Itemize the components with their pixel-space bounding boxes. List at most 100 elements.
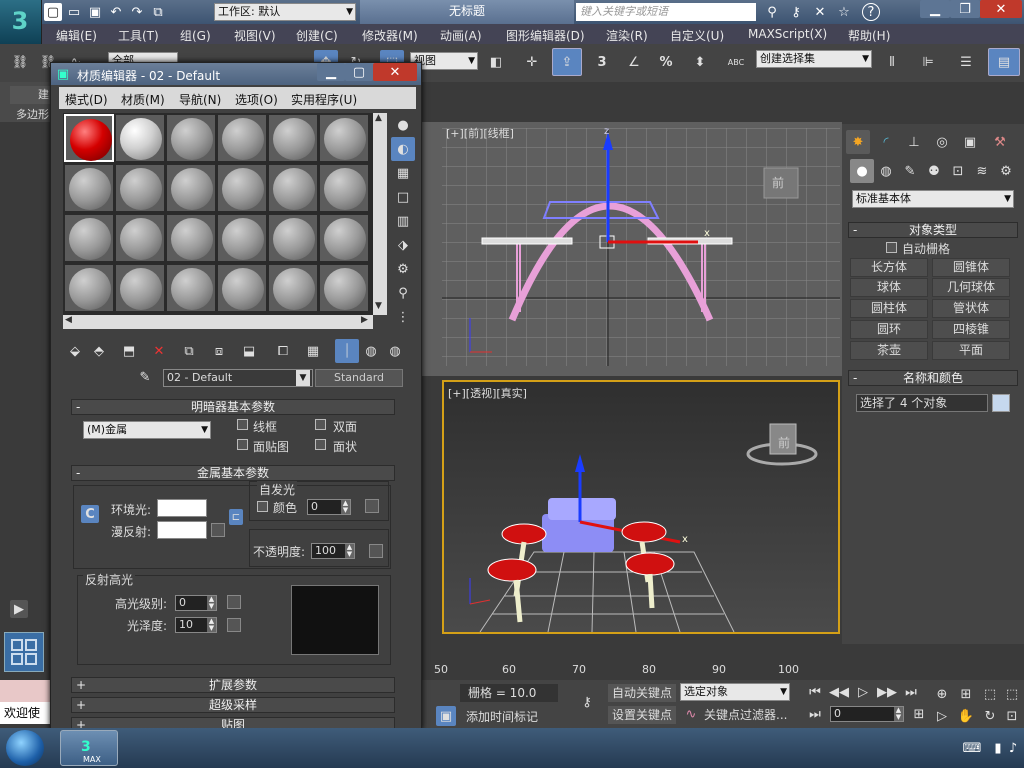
spinner-arrows-icon[interactable]: ▲ ▼ — [894, 707, 903, 721]
previous-frame-icon[interactable]: ◀◀ — [828, 682, 850, 702]
viewport-layout-icon[interactable] — [4, 632, 44, 672]
exchange-icon[interactable]: ✕ — [808, 0, 832, 24]
close-icon[interactable]: ✕ — [980, 0, 1022, 18]
make-unique-icon[interactable]: ⧉ — [177, 339, 201, 363]
sample-slot[interactable] — [319, 264, 369, 312]
edit-named-selection-icon[interactable]: ABC — [724, 50, 748, 74]
ambient-color-swatch[interactable] — [157, 499, 207, 517]
opacity-spinner[interactable]: 100 ▲ ▼ — [311, 543, 355, 559]
options-icon[interactable]: ⚙ — [391, 257, 415, 281]
sample-uv-tiling-icon[interactable]: □ — [391, 185, 415, 209]
new-file-icon[interactable]: ▢ — [44, 3, 62, 21]
geosphere-button[interactable]: 几何球体 — [932, 278, 1010, 297]
ribbon-tab[interactable]: 建 — [10, 86, 50, 104]
sample-slot[interactable] — [64, 264, 114, 312]
material-name-combo[interactable]: 02 - Default ▼ — [163, 369, 313, 387]
self-illum-spinner[interactable]: 0 ▲ ▼ — [307, 499, 351, 515]
key-icon[interactable]: ⚷ — [784, 0, 808, 24]
time-config-icon[interactable]: ⊞ — [908, 704, 930, 724]
align-icon[interactable]: ⊫ — [916, 50, 940, 74]
zoom-all-icon[interactable]: ⊞ — [954, 682, 978, 706]
restore-icon[interactable]: ❐ — [950, 0, 980, 18]
sample-slot[interactable] — [166, 264, 216, 312]
lights-icon[interactable]: ✎ — [898, 159, 922, 183]
reset-map-icon[interactable]: ✕ — [147, 339, 171, 363]
menu-create[interactable]: 创建(C) — [296, 27, 338, 44]
sample-slot[interactable] — [166, 164, 216, 212]
menu-animation[interactable]: 动画(A) — [440, 27, 482, 44]
sample-slot[interactable] — [166, 214, 216, 262]
menu-group[interactable]: 组(G) — [180, 27, 211, 44]
backlight-icon[interactable]: ◐ — [391, 137, 415, 161]
sample-slot[interactable] — [319, 214, 369, 262]
background-icon[interactable]: ▦ — [391, 161, 415, 185]
orbit-icon[interactable]: ↻ — [978, 704, 1002, 728]
self-illum-color-checkbox[interactable] — [257, 501, 268, 512]
timeline-ruler[interactable]: 50 60 70 80 90 100 — [422, 660, 842, 678]
go-to-parent-icon[interactable]: ⏐ — [335, 339, 359, 363]
sample-slot[interactable] — [268, 164, 318, 212]
shader-type-combo[interactable]: (M)金属 ▼ — [83, 421, 211, 439]
close-icon[interactable]: ✕ — [373, 63, 417, 81]
menu-rendering[interactable]: 渲染(R) — [606, 27, 648, 44]
pyramid-button[interactable]: 四棱锥 — [932, 320, 1010, 339]
box-button[interactable]: 长方体 — [850, 258, 928, 277]
sample-slot[interactable] — [166, 114, 216, 162]
open-file-icon[interactable]: ▭ — [65, 3, 83, 21]
menu-maxscript[interactable]: MAXScript(X) — [748, 27, 827, 41]
redo-icon[interactable]: ↷ — [128, 3, 146, 21]
perspective-viewport-label[interactable]: [+][透视][真实] — [448, 385, 527, 401]
utilities-tab-icon[interactable]: ⚒ — [988, 130, 1012, 154]
keyboard-tray-icon[interactable]: ⌨ — [960, 736, 984, 760]
cylinder-button[interactable]: 圆柱体 — [850, 299, 928, 318]
menu-options[interactable]: 选项(O) — [235, 91, 278, 108]
zoom-extents-icon[interactable]: ⬚ — [978, 682, 1002, 706]
binoculars-icon[interactable]: ⚲ — [760, 0, 784, 24]
object-color-swatch[interactable] — [992, 394, 1010, 412]
sample-slot[interactable] — [217, 164, 267, 212]
create-tab-icon[interactable]: ✸ — [846, 130, 870, 154]
menu-modifiers[interactable]: 修改器(M) — [362, 27, 418, 44]
two-sided-checkbox[interactable] — [315, 419, 326, 430]
help-icon[interactable]: ? — [862, 3, 880, 21]
helpers-icon[interactable]: ⊡ — [946, 159, 970, 183]
slots-vertical-scrollbar[interactable]: ▲ ▼ — [373, 113, 387, 315]
display-tab-icon[interactable]: ▣ — [958, 130, 982, 154]
app-menu-button[interactable]: 3 — [0, 0, 42, 44]
set-key-mode-icon[interactable]: ⚷ — [572, 690, 602, 714]
lock-diffuse-specular-icon[interactable]: ⊏ — [229, 509, 243, 525]
search-input[interactable]: 键入关键字或短语 — [576, 3, 756, 21]
menu-customize[interactable]: 自定义(U) — [670, 27, 724, 44]
current-frame-field[interactable]: 0 ▲ ▼ — [830, 706, 904, 722]
assign-to-selection-icon[interactable]: ⬒ — [117, 339, 141, 363]
front-viewport[interactable]: [+][前][线框] 前 z x — [422, 122, 842, 376]
opacity-map-button[interactable] — [369, 544, 383, 558]
wire-checkbox[interactable] — [237, 419, 248, 430]
primitive-category-combo[interactable]: 标准基本体 ▼ — [852, 190, 1014, 208]
key-mode-icon[interactable]: ⏭ — [804, 704, 826, 724]
mirror-icon[interactable]: ⫴ — [880, 50, 904, 74]
play-script-icon[interactable]: ▶ — [10, 600, 28, 618]
save-icon[interactable]: ▣ — [86, 3, 104, 21]
sample-slot[interactable] — [268, 214, 318, 262]
select-by-material-icon[interactable]: ⚲ — [391, 281, 415, 305]
geometry-icon[interactable]: ● — [850, 159, 874, 183]
pick-material-icon[interactable]: ◍ — [383, 339, 407, 363]
graphite-tools-icon[interactable]: ▤ — [988, 48, 1020, 76]
spinner-snap-icon[interactable]: ⬍ — [688, 50, 712, 74]
put-to-library-icon[interactable]: ⧈ — [207, 339, 231, 363]
sample-slot[interactable] — [268, 264, 318, 312]
menu-edit[interactable]: 编辑(E) — [56, 27, 97, 44]
start-button-icon[interactable] — [6, 730, 44, 766]
go-to-end-icon[interactable]: ⏭ — [900, 682, 922, 702]
set-key-button[interactable]: 设置关键点 — [608, 706, 676, 724]
supersampling-rollout[interactable]: + 超级采样 — [71, 697, 395, 713]
angle-snap-icon[interactable]: ∠ — [622, 50, 646, 74]
named-selection-combo[interactable]: 创建选择集 ▼ — [756, 50, 872, 68]
pan-icon[interactable]: ✋ — [954, 704, 978, 728]
scroll-left-icon[interactable]: ◀ — [65, 315, 72, 325]
menu-modes[interactable]: 模式(D) — [65, 91, 108, 108]
play-icon[interactable]: ▷ — [852, 682, 874, 702]
key-filters-button[interactable]: 关键点过滤器... — [704, 706, 792, 724]
menu-graph-editors[interactable]: 图形编辑器(D) — [506, 27, 585, 44]
